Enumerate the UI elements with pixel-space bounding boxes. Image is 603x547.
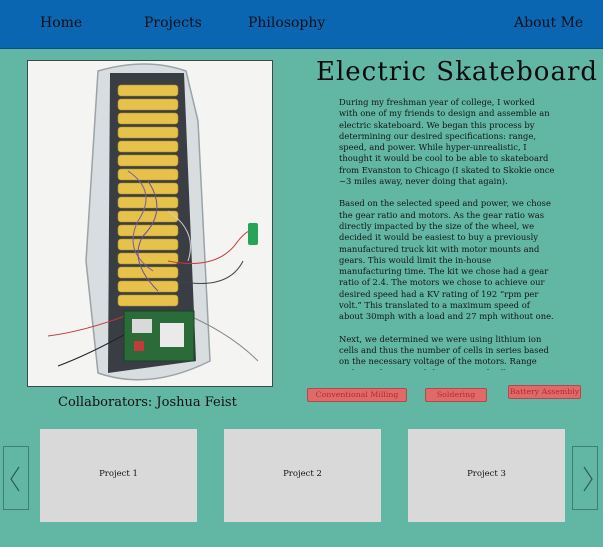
navbar: Home Projects Philosophy About Me (0, 0, 603, 49)
tag-battery-assembly[interactable]: Battery Assembly (508, 385, 581, 399)
project-photo (27, 60, 273, 387)
chevron-left-icon (10, 466, 20, 492)
tag-conventional-milling[interactable]: Conventional Milling (307, 388, 407, 402)
description-paragraph: Next, we determined we were using lithiu… (339, 333, 553, 370)
tag-soldering[interactable]: Soldering (425, 388, 487, 402)
project-card-label: Project 3 (467, 469, 506, 479)
nav-projects[interactable]: Projects (144, 15, 202, 31)
battery-pack-image (28, 61, 272, 386)
nav-home[interactable]: Home (40, 15, 82, 31)
nav-about-me[interactable]: About Me (514, 15, 583, 31)
project-card-1[interactable]: Project 1 (40, 429, 197, 522)
description-paragraph: During my freshman year of college, I wo… (339, 97, 555, 187)
description-paragraph: Based on the selected speed and power, w… (339, 198, 554, 322)
project-card-3[interactable]: Project 3 (408, 429, 565, 522)
page-title: Electric Skateboard (316, 57, 599, 87)
project-card-2[interactable]: Project 2 (224, 429, 381, 522)
nav-philosophy[interactable]: Philosophy (248, 15, 325, 31)
project-card-label: Project 2 (283, 469, 322, 479)
carousel-prev-button[interactable] (3, 446, 29, 510)
chevron-right-icon (583, 466, 593, 492)
collaborators-text: Collaborators: Joshua Feist (58, 395, 237, 410)
project-card-label: Project 1 (99, 469, 138, 479)
carousel-next-button[interactable] (572, 446, 598, 510)
project-description: During my freshman year of college, I wo… (339, 97, 555, 370)
